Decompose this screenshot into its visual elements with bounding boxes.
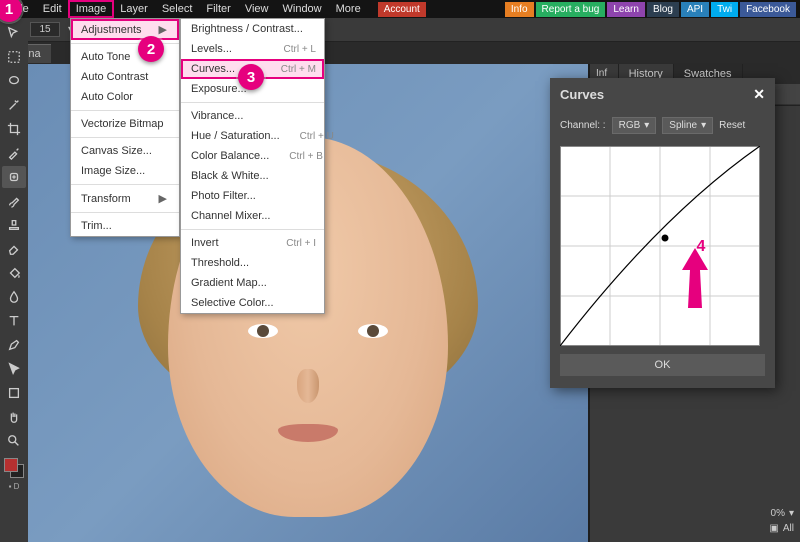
curves-dialog: Curves ✕ Channel: : RGB▾ Spline▾ Reset O… (550, 78, 775, 388)
brush-size-input[interactable]: 15 (30, 22, 60, 37)
info-link[interactable]: Info (505, 2, 534, 17)
toolbar: ▪ D (0, 18, 28, 542)
levels-menuitem[interactable]: Levels...Ctrl + L (181, 39, 324, 59)
gradient-map-menuitem[interactable]: Gradient Map... (181, 273, 324, 293)
learn-link[interactable]: Learn (607, 2, 645, 17)
layers-panel: 0% ▾ ▣ All (590, 500, 800, 542)
foreground-color[interactable] (4, 458, 18, 472)
menu-view[interactable]: View (238, 1, 276, 17)
callout-2: 2 (138, 36, 164, 62)
chevron-down-icon: ▾ (701, 120, 706, 131)
ok-button[interactable]: OK (560, 354, 765, 376)
submenu-arrow-icon: ▶ (159, 23, 167, 36)
canvas-size-menuitem[interactable]: Canvas Size... (71, 141, 179, 161)
callout-4: 4 (688, 234, 714, 260)
callout-3: 3 (238, 64, 264, 90)
facebook-link[interactable]: Facebook (740, 2, 796, 17)
submenu-arrow-icon: ▶ (159, 192, 167, 205)
photo-filter-menuitem[interactable]: Photo Filter... (181, 186, 324, 206)
checkbox-all-icon[interactable]: ▣ (769, 523, 778, 534)
brush-tool[interactable] (2, 190, 26, 212)
blur-tool[interactable] (2, 286, 26, 308)
chevron-down-icon: ▾ (644, 120, 649, 131)
blog-link[interactable]: Blog (647, 2, 679, 17)
dialog-title: Curves (560, 87, 604, 102)
menubar: File Edit Image Layer Select Filter View… (0, 0, 800, 18)
all-label: All (783, 523, 794, 534)
selective-color-menuitem[interactable]: Selective Color... (181, 293, 324, 313)
adjustments-dropdown: Brightness / Contrast... Levels...Ctrl +… (180, 18, 325, 314)
spline-select[interactable]: Spline▾ (662, 117, 713, 134)
move-tool[interactable] (2, 22, 26, 44)
lasso-tool[interactable] (2, 70, 26, 92)
header-links: Info Report a bug Learn Blog API Twi Fac… (505, 2, 796, 17)
vibrance-menuitem[interactable]: Vibrance... (181, 106, 324, 126)
chevron-down-icon[interactable]: ▾ (789, 508, 794, 519)
color-swatches[interactable] (4, 458, 24, 478)
menu-select[interactable]: Select (155, 1, 200, 17)
shape-tool[interactable] (2, 382, 26, 404)
threshold-menuitem[interactable]: Threshold... (181, 253, 324, 273)
menu-window[interactable]: Window (276, 1, 329, 17)
menu-edit[interactable]: Edit (36, 1, 69, 17)
type-tool[interactable] (2, 310, 26, 332)
reset-button[interactable]: Reset (719, 120, 745, 131)
auto-contrast-menuitem[interactable]: Auto Contrast (71, 67, 179, 87)
pen-tool[interactable] (2, 334, 26, 356)
zoom-tool[interactable] (2, 430, 26, 452)
invert-menuitem[interactable]: InvertCtrl + I (181, 233, 324, 253)
hue-menuitem[interactable]: Hue / Saturation...Ctrl + U (181, 126, 324, 146)
curves-graph[interactable] (560, 146, 760, 346)
menu-image[interactable]: Image (69, 1, 114, 17)
channel-select[interactable]: RGB▾ (612, 117, 657, 134)
eyedropper-tool[interactable] (2, 142, 26, 164)
hand-tool[interactable] (2, 406, 26, 428)
opacity-value: 0% (771, 508, 785, 519)
vectorize-menuitem[interactable]: Vectorize Bitmap (71, 114, 179, 134)
twitter-link[interactable]: Twi (711, 2, 738, 17)
trim-menuitem[interactable]: Trim... (71, 216, 179, 236)
menu-layer[interactable]: Layer (113, 1, 155, 17)
photo-eye (358, 324, 388, 338)
marquee-tool[interactable] (2, 46, 26, 68)
account-button[interactable]: Account (378, 2, 426, 17)
bucket-tool[interactable] (2, 262, 26, 284)
report-bug-link[interactable]: Report a bug (536, 2, 606, 17)
image-size-menuitem[interactable]: Image Size... (71, 161, 179, 181)
api-link[interactable]: API (681, 2, 709, 17)
menu-more[interactable]: More (329, 1, 368, 17)
path-select-tool[interactable] (2, 358, 26, 380)
transform-menuitem[interactable]: Transform▶ (71, 188, 179, 209)
menu-filter[interactable]: Filter (199, 1, 237, 17)
channel-mixer-menuitem[interactable]: Channel Mixer... (181, 206, 324, 226)
photo-nose (297, 369, 319, 403)
eraser-tool[interactable] (2, 238, 26, 260)
brightness-menuitem[interactable]: Brightness / Contrast... (181, 19, 324, 39)
adjustments-menuitem[interactable]: Adjustments▶ (71, 19, 179, 40)
channel-label: Channel: : (560, 120, 606, 131)
wand-tool[interactable] (2, 94, 26, 116)
photo-eye (248, 324, 278, 338)
color-balance-menuitem[interactable]: Color Balance...Ctrl + B (181, 146, 324, 166)
bw-menuitem[interactable]: Black & White... (181, 166, 324, 186)
auto-color-menuitem[interactable]: Auto Color (71, 87, 179, 107)
close-icon[interactable]: ✕ (753, 86, 765, 103)
crop-tool[interactable] (2, 118, 26, 140)
swatch-label: ▪ D (9, 482, 20, 491)
heal-tool[interactable] (2, 166, 26, 188)
stamp-tool[interactable] (2, 214, 26, 236)
